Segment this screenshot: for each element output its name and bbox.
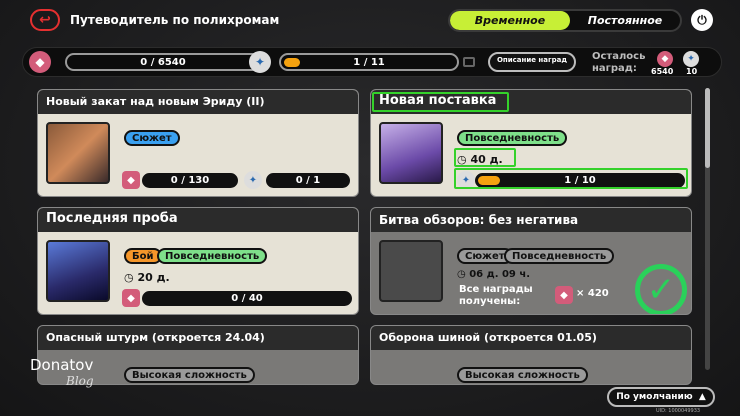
watermark-line1: Donatov: [30, 356, 94, 374]
card-timer: ◷ 40 д.: [457, 153, 503, 166]
completed-check-icon: ✓: [635, 264, 687, 314]
card-progress: 1 / 10: [475, 173, 685, 188]
scrollbar-thumb[interactable]: [705, 88, 710, 168]
ticket-icon: ✦: [244, 171, 262, 189]
card-title: Последняя проба: [38, 208, 358, 232]
card-progress: 0 / 130: [142, 173, 238, 188]
tab-temporary[interactable]: Временное: [450, 11, 570, 30]
reward-amount: × 420: [576, 288, 609, 299]
mission-card[interactable]: Новый закат над новым Эриду (II) Сюжет ◆…: [37, 89, 359, 197]
tag-daily: Повседневность: [157, 248, 268, 264]
power-icon[interactable]: ⏻: [691, 9, 713, 31]
tag-daily: Повседневность: [457, 130, 568, 146]
polychrome-guide-screen: ↩ Путеводитель по полихромам Временное П…: [0, 0, 740, 416]
tag-daily: Повседневность: [504, 248, 615, 264]
sort-dropdown[interactable]: По умолчанию ▲: [607, 387, 715, 407]
page-title: Путеводитель по полихромам: [70, 13, 280, 27]
watermark: Donatov Blog: [30, 356, 94, 388]
polychrome-icon: ◆: [555, 286, 573, 304]
sort-label: По умолчанию: [616, 392, 693, 402]
card-title: Опасный штурм (откроется 24.04): [38, 326, 358, 350]
mission-card[interactable]: Оборона шиной (откроется 01.05) Высокая …: [370, 325, 692, 385]
mission-thumbnail: [46, 122, 110, 184]
mission-thumbnail: [379, 122, 443, 184]
tasks-progress-label: 1 / 11: [353, 56, 385, 68]
card-title: Новый закат над новым Эриду (II): [38, 90, 358, 114]
mode-toggle[interactable]: Временное Постоянное: [448, 9, 682, 32]
card-timer-text: 06 д. 09 ч.: [469, 269, 531, 280]
card-timer-text: 20 д.: [137, 271, 170, 284]
tag-high-difficulty: Высокая сложность: [124, 367, 255, 383]
ticket-icon: ✦: [683, 51, 699, 67]
card-timer-text: 40 д.: [470, 153, 503, 166]
tag-battle: Бой: [124, 248, 162, 264]
back-button[interactable]: ↩: [30, 9, 60, 31]
mission-thumbnail: [46, 240, 110, 302]
remaining-tickets: 10: [686, 67, 698, 76]
mission-card[interactable]: Битва обзоров: без негатива Сюжет Повсед…: [370, 207, 692, 315]
mission-card[interactable]: Новая поставка Повседневность ◷ 40 д. ✦ …: [370, 89, 692, 197]
card-title: Битва обзоров: без негатива: [371, 208, 691, 232]
tab-permanent[interactable]: Постоянное: [570, 11, 680, 30]
card-progress: 0 / 1: [266, 173, 350, 188]
uid-label: UID: 1000049933: [656, 408, 701, 414]
watermark-line2: Blog: [66, 374, 94, 388]
ticket-icon: ✦: [249, 51, 271, 73]
tag-high-difficulty: Высокая сложность: [457, 367, 588, 383]
polychrome-icon: ◆: [122, 289, 140, 307]
card-progress-label: 1 / 10: [564, 175, 596, 186]
ticket-icon: ✦: [457, 171, 475, 189]
remaining-rewards-label: Осталось наград:: [592, 51, 646, 74]
polychrome-icon: ◆: [29, 51, 51, 73]
scrollbar[interactable]: [705, 88, 710, 370]
polychrome-icon: ◆: [657, 51, 673, 67]
card-progress: 0 / 40: [142, 291, 352, 306]
rewards-description-button[interactable]: Описание наград: [488, 52, 576, 72]
polychrome-icon: ◆: [122, 171, 140, 189]
link-icon: [463, 57, 475, 67]
card-timer: ◷ 20 д.: [124, 271, 170, 284]
tasks-progress-fill: [284, 58, 300, 67]
points-progress: 0 / 6540: [65, 53, 261, 71]
card-timer: ◷ 06 д. 09 ч.: [457, 269, 531, 280]
tasks-progress: 1 / 11: [279, 53, 459, 71]
card-title: Оборона шиной (откроется 01.05): [371, 326, 691, 350]
rewards-received-note: Все награды получены:: [459, 284, 533, 307]
mission-thumbnail: [379, 240, 443, 302]
card-progress-fill: [478, 176, 500, 185]
tag-story: Сюжет: [124, 130, 180, 146]
card-title: Новая поставка: [371, 90, 691, 114]
chevron-up-icon: ▲: [698, 392, 706, 402]
remaining-polychrome: 6540: [651, 67, 674, 76]
mission-card[interactable]: Последняя проба Бой Повседневность ◷ 20 …: [37, 207, 359, 315]
